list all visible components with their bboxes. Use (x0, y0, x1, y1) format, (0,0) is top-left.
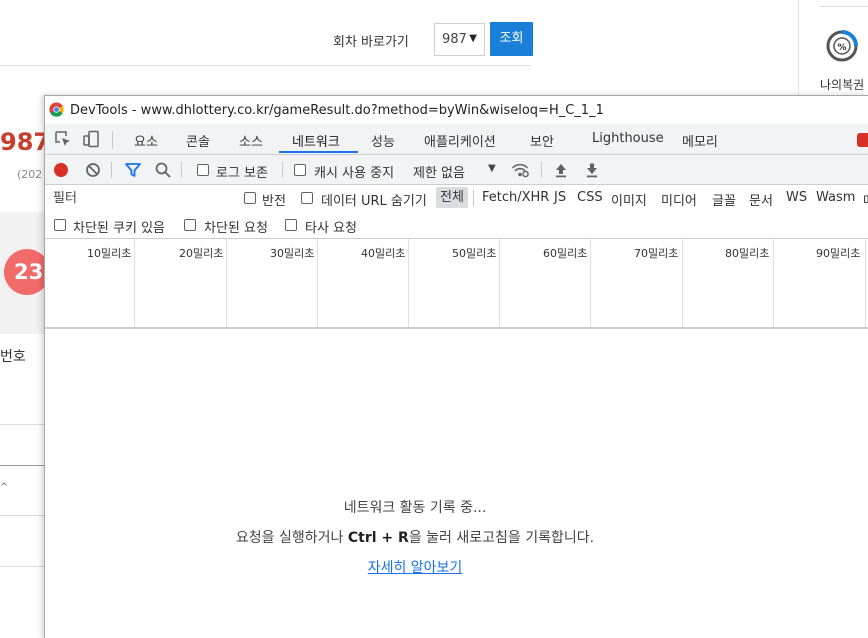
tab-network[interactable]: 네트워크 (292, 131, 340, 150)
type-filter-wasm[interactable]: Wasm (816, 190, 855, 205)
blocked-requests-label: 차단된 요청 (204, 221, 268, 236)
preserve-log-label: 로그 보존 (216, 166, 268, 181)
timeline-tick: 60밀리초 (543, 247, 588, 260)
keyboard-shortcut: Ctrl + R (347, 530, 409, 546)
type-filter-css[interactable]: CSS (577, 190, 603, 205)
network-conditions-icon[interactable] (511, 161, 529, 179)
type-filter-doc[interactable]: 문서 (749, 190, 773, 209)
chevron-down-icon[interactable]: ▼ (488, 163, 496, 174)
tab-memory[interactable]: 메모리 (682, 131, 718, 150)
sort-caret-icon: ^ (0, 482, 9, 493)
timeline-tick: 80밀리초 (725, 247, 770, 260)
tab-security[interactable]: 보안 (530, 131, 554, 150)
my-lotto-label[interactable]: 나의복권 (820, 76, 864, 93)
round-select[interactable]: 987 ▼ (434, 23, 485, 56)
timeline-tick: 10밀리초 (87, 247, 132, 260)
blocked-cookies-checkbox[interactable] (54, 219, 66, 231)
record-icon[interactable] (54, 163, 68, 177)
export-har-icon[interactable] (583, 161, 601, 179)
tab-application[interactable]: 애플리케이션 (424, 131, 496, 150)
clear-icon[interactable] (84, 161, 102, 179)
recording-message: 네트워크 활동 기록 중... (343, 500, 487, 516)
preserve-log-checkbox[interactable] (197, 164, 209, 176)
blocked-cookies-label: 차단된 쿠키 있음 (73, 221, 165, 236)
network-toolbar: 로그 보존 캐시 사용 중지 제한 없음 ▼ (45, 155, 868, 185)
device-toolbar-icon[interactable] (82, 130, 100, 148)
timeline-tick: 20밀리초 (179, 247, 224, 260)
timeline-tick: 40밀리초 (361, 247, 406, 260)
timeline-tick: 50밀리초 (452, 247, 497, 260)
devtools-window: DevTools - www.dhlottery.co.kr/gameResul… (44, 95, 868, 638)
invert-label: 반전 (262, 194, 286, 209)
tab-elements[interactable]: 요소 (134, 131, 158, 150)
dropdown-caret-icon: ▼ (469, 33, 477, 44)
active-tab-indicator (279, 151, 358, 153)
type-filter-img[interactable]: 이미지 (611, 190, 647, 209)
blocked-requests-checkbox[interactable] (184, 219, 196, 231)
tab-lighthouse[interactable]: Lighthouse (592, 131, 664, 146)
svg-text:%: % (837, 43, 846, 53)
type-filter-manifest[interactable]: 매 (863, 190, 868, 209)
round-search-button[interactable]: 조회 (490, 22, 533, 56)
hide-data-urls-checkbox[interactable] (301, 192, 313, 204)
network-empty-state: 네트워크 활동 기록 중... 요청을 실행하거나 Ctrl + R을 눌러 새… (45, 331, 868, 638)
third-party-label: 타사 요청 (305, 221, 357, 236)
round-navigation-bar: 회차 바로가기 987 ▼ 조회 (0, 0, 533, 66)
third-party-checkbox[interactable] (285, 219, 297, 231)
window-title: DevTools - www.dhlottery.co.kr/gameResul… (70, 103, 604, 118)
round-jump-label: 회차 바로가기 (333, 35, 409, 50)
search-icon[interactable] (154, 161, 172, 179)
chrome-icon (49, 102, 64, 117)
type-filter-js[interactable]: JS (554, 190, 566, 205)
draw-number: 987 (0, 128, 51, 156)
type-filter-all[interactable]: 전체 (436, 187, 468, 208)
window-titlebar[interactable]: DevTools - www.dhlottery.co.kr/gameResul… (45, 96, 868, 124)
type-filter-fetch-xhr[interactable]: Fetch/XHR (482, 190, 549, 205)
error-badge-icon[interactable] (857, 133, 868, 147)
disable-cache-checkbox[interactable] (294, 164, 306, 176)
hide-data-urls-label: 데이터 URL 숨기기 (321, 194, 427, 209)
type-filter-font[interactable]: 글꼴 (712, 190, 736, 209)
throttling-select[interactable]: 제한 없음 (413, 162, 465, 181)
type-filter-media[interactable]: 미디어 (661, 190, 697, 209)
timeline-tick: 30밀리초 (270, 247, 315, 260)
bonus-number-label: 번호 (0, 349, 26, 365)
devtools-tab-bar: 요소 콘솔 소스 네트워크 성능 애플리케이션 보안 Lighthouse 메모… (45, 124, 868, 155)
reload-hint: 요청을 실행하거나 Ctrl + R을 눌러 새로고침을 기록합니다. (235, 530, 595, 546)
network-overview-timeline[interactable]: 10밀리초 20밀리초 30밀리초 40밀리초 50밀리초 60밀리초 70밀리… (45, 239, 868, 329)
import-har-icon[interactable] (552, 161, 570, 179)
filter-icon[interactable] (124, 161, 142, 179)
invert-checkbox[interactable] (244, 192, 256, 204)
inspect-element-icon[interactable] (54, 130, 72, 148)
filter-bar-secondary: 차단된 쿠키 있음 차단된 요청 타사 요청 (45, 211, 868, 239)
filter-bar: 반전 데이터 URL 숨기기 전체 Fetch/XHR JS CSS 이미지 미… (45, 185, 868, 211)
timeline-tick: 90밀리초 (816, 247, 861, 260)
percent-chart-icon[interactable]: % (823, 27, 861, 65)
draw-date: (202 (17, 168, 43, 181)
learn-more-link[interactable]: 자세히 알아보기 (45, 557, 785, 577)
disable-cache-label: 캐시 사용 중지 (314, 166, 395, 181)
right-quick-menu: % 나의복권 (798, 0, 868, 95)
tab-console[interactable]: 콘솔 (186, 131, 210, 150)
filter-input[interactable] (47, 187, 229, 209)
tab-sources[interactable]: 소스 (239, 131, 263, 150)
type-filter-ws[interactable]: WS (786, 190, 807, 205)
timeline-tick: 70밀리초 (634, 247, 679, 260)
tab-performance[interactable]: 성능 (371, 131, 395, 150)
